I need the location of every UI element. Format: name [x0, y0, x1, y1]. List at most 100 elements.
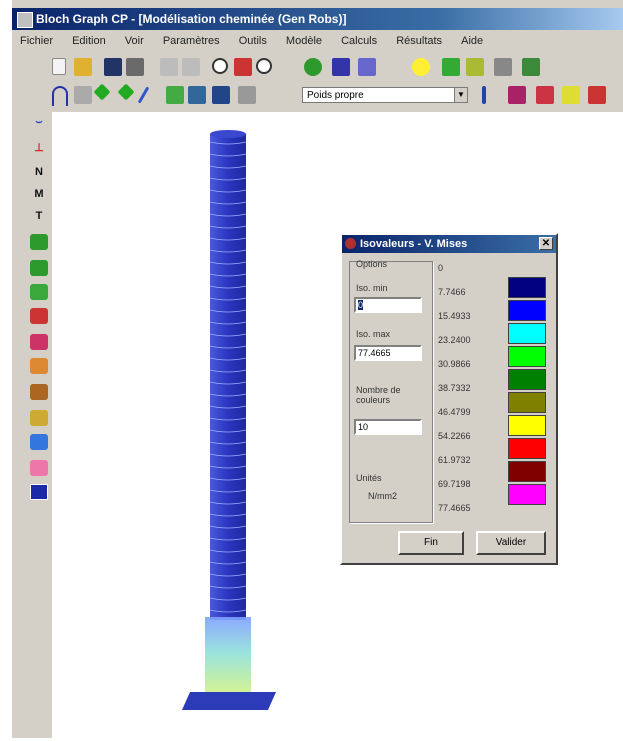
iso-value: 46.4799 — [438, 407, 471, 417]
column-top — [210, 130, 246, 138]
plate-icon[interactable] — [166, 86, 184, 104]
menu-item-results[interactable]: Résultats — [388, 32, 450, 47]
filter-icon[interactable] — [466, 58, 484, 76]
color-icon[interactable] — [522, 58, 540, 76]
arc-icon[interactable] — [52, 86, 68, 106]
menu-item-model[interactable]: Modèle — [278, 32, 330, 47]
app-window: Bloch Graph CP - [Modélisation cheminée … — [10, 0, 623, 738]
main-toolbar — [42, 56, 623, 80]
ncolors-input[interactable]: 10 — [354, 419, 422, 435]
color-swatch — [508, 438, 546, 459]
shell-result-icon[interactable] — [30, 234, 48, 250]
measure-icon[interactable] — [238, 86, 256, 104]
load-case-select[interactable]: Poids propre — [302, 87, 462, 103]
iso-value: 54.2266 — [438, 431, 471, 441]
element-icon[interactable] — [117, 83, 135, 101]
color-swatch — [508, 392, 546, 413]
app-icon — [17, 12, 33, 28]
undo-icon[interactable] — [160, 58, 178, 76]
menu-item-calculations[interactable]: Calculs — [333, 32, 385, 47]
redo-icon[interactable] — [182, 58, 200, 76]
support-icon[interactable]: ⊥ — [30, 140, 48, 156]
menu-item-edit[interactable]: Edition — [64, 32, 114, 47]
shell-result-icon[interactable] — [30, 334, 48, 350]
deformation-icon[interactable] — [536, 86, 554, 104]
isovalues-dialog: Isovaleurs - V. Mises ✕ Options Iso. min… — [340, 233, 558, 565]
new-icon[interactable] — [52, 58, 66, 75]
grid-icon[interactable] — [358, 58, 376, 76]
shell-result-icon[interactable] — [30, 260, 48, 276]
support-icon[interactable] — [482, 86, 486, 104]
mesh-icon[interactable] — [212, 86, 230, 104]
draw-icon[interactable] — [74, 86, 92, 104]
ncolors-label: Nombre de couleurs — [356, 385, 401, 405]
shell-result-icon[interactable] — [30, 434, 48, 450]
dialog-title-bar: Isovaleurs - V. Mises ✕ — [342, 235, 556, 253]
options-label: Options — [356, 259, 388, 269]
iso-value: 77.4665 — [438, 503, 471, 513]
open-icon[interactable] — [74, 58, 92, 76]
beam-icon[interactable]: ⌣ — [30, 114, 48, 130]
left-toolbar: ⌣ ⊥ N M T — [26, 112, 52, 732]
normal-force-button[interactable]: N — [30, 164, 48, 180]
color-swatch — [508, 323, 546, 344]
shell-result-icon[interactable] — [30, 460, 48, 476]
iso-min-input[interactable]: 0 — [354, 297, 422, 313]
shell-result-icon[interactable] — [30, 410, 48, 426]
dialog-icon — [345, 238, 356, 249]
iso-min-label: Iso. min — [356, 283, 388, 293]
color-swatch — [508, 346, 546, 367]
properties-icon[interactable] — [494, 58, 512, 76]
save-icon[interactable] — [104, 58, 122, 76]
section-icon[interactable] — [30, 484, 48, 500]
render-icon[interactable] — [332, 58, 350, 76]
shell-result-icon[interactable] — [30, 358, 48, 374]
stress-icon[interactable] — [562, 86, 580, 104]
light-icon[interactable] — [412, 58, 430, 76]
iso-value: 7.7466 — [438, 287, 466, 297]
units-label: Unités — [356, 473, 382, 483]
menu-item-file[interactable]: Fichier — [12, 32, 61, 47]
iso-value: 30.9866 — [438, 359, 471, 369]
column-shaft — [210, 134, 246, 620]
title-bar: Bloch Graph CP - [Modélisation cheminée … — [12, 8, 623, 30]
zoom-extents-icon[interactable] — [256, 58, 272, 74]
color-swatch — [508, 369, 546, 390]
iso-value: 0 — [438, 263, 444, 273]
zoom-icon[interactable] — [212, 58, 228, 74]
color-swatch — [508, 277, 546, 298]
chevron-down-icon[interactable]: ▼ — [454, 87, 468, 103]
refresh-icon[interactable] — [304, 58, 322, 76]
fin-button[interactable]: Fin — [398, 531, 464, 555]
iso-icon[interactable] — [588, 86, 606, 104]
zoom-window-icon[interactable] — [234, 58, 252, 76]
menu-item-parameters[interactable]: Paramètres — [155, 32, 228, 47]
menu-item-tools[interactable]: Outils — [231, 32, 275, 47]
units-value: N/mm2 — [368, 491, 397, 501]
iso-min-value: 0 — [358, 300, 364, 310]
close-icon[interactable]: ✕ — [539, 237, 553, 250]
foundation-plate — [182, 692, 276, 710]
print-icon[interactable] — [126, 58, 144, 76]
layers-icon[interactable] — [442, 58, 460, 76]
secondary-toolbar: Poids propre ▼ — [42, 83, 623, 108]
volume-icon[interactable] — [188, 86, 206, 104]
shell-result-icon[interactable] — [30, 384, 48, 400]
menu-item-help[interactable]: Aide — [453, 32, 491, 47]
iso-max-input[interactable]: 77.4665 — [354, 345, 422, 361]
results-icon[interactable] — [508, 86, 526, 104]
validate-button[interactable]: Valider — [476, 531, 546, 555]
node-icon[interactable] — [93, 83, 111, 101]
iso-value: 38.7332 — [438, 383, 471, 393]
iso-value: 69.7198 — [438, 479, 471, 489]
menu-bar: Fichier Edition Voir Paramètres Outils M… — [12, 32, 623, 52]
shell-result-icon[interactable] — [30, 284, 48, 300]
color-swatch — [508, 415, 546, 436]
moment-button[interactable]: M — [30, 186, 48, 202]
bar-icon[interactable] — [137, 86, 150, 104]
iso-value: 15.4933 — [438, 311, 471, 321]
shell-result-icon[interactable] — [30, 308, 48, 324]
iso-value: 23.2400 — [438, 335, 471, 345]
menu-item-view[interactable]: Voir — [117, 32, 152, 47]
shear-button[interactable]: T — [30, 208, 48, 224]
